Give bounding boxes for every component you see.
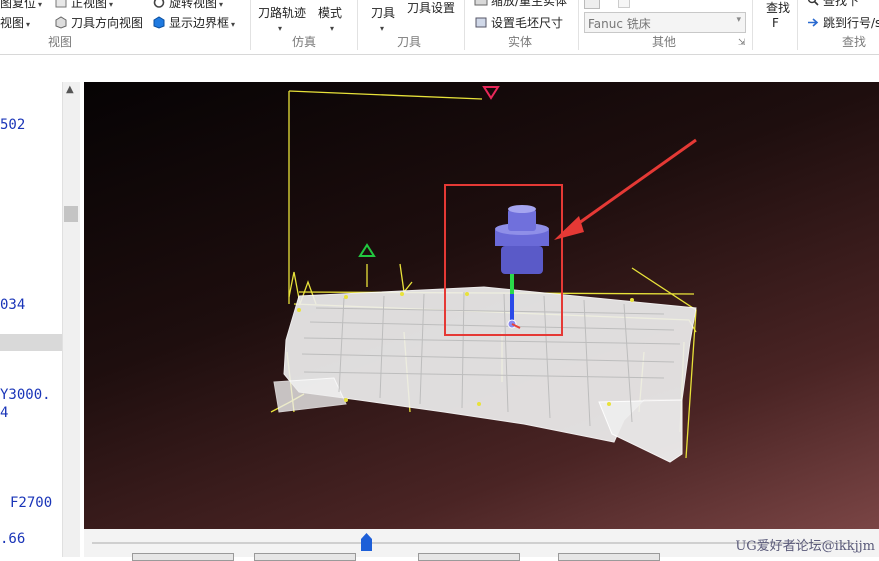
chevron-down-icon[interactable]: ▾ [276, 20, 282, 34]
view-dropdown[interactable]: 视图 ▾ [0, 14, 30, 31]
scrollbar-thumb[interactable] [64, 206, 78, 222]
goto-line-label: 跳到行号/s [823, 16, 879, 30]
rotate-icon [152, 0, 166, 9]
chevron-down-icon: ▾ [26, 20, 31, 29]
find-button[interactable]: 查找 [766, 0, 790, 16]
find-next-label: 查找下 [823, 0, 860, 8]
group-divider [797, 0, 798, 50]
search-icon [806, 0, 820, 7]
other-group-label: 其他 [652, 35, 677, 49]
group-divider [250, 0, 251, 50]
panel-header-strip [0, 55, 879, 81]
playback-button[interactable] [558, 553, 660, 561]
machine-select[interactable]: Fanuc 铣床 ▾ [584, 12, 746, 33]
toolpath-button[interactable]: 刀路轨迹 [258, 4, 306, 21]
reset-view-label: 图复位 [0, 0, 37, 10]
goto-line-icon [806, 16, 820, 29]
annotation-arrow-icon [554, 138, 697, 240]
show-bounding-box-button[interactable]: 显示边界框 ▾ [152, 14, 235, 31]
nc-code-panel[interactable]: 502 034 Y3000. 4 F2700 .66 [0, 82, 62, 557]
code-line: 034 [0, 297, 26, 313]
tool-home-marker-icon [482, 86, 500, 100]
simulation-viewport[interactable] [84, 82, 879, 529]
group-divider [578, 0, 579, 50]
tool-settings-button[interactable]: 刀具设置 [407, 0, 455, 16]
zoom-regenerate-solid-label: 缩放/重生实体 [491, 0, 568, 8]
code-line: .66 [0, 531, 26, 547]
chevron-down-icon: ▾ [219, 0, 224, 9]
code-line: 4 [0, 405, 9, 421]
front-view-button[interactable]: 正视图 ▾ [54, 0, 113, 11]
small-tool-icon[interactable] [584, 0, 600, 9]
code-line: F2700 [10, 495, 53, 511]
chevron-down-icon[interactable]: ▾ [328, 20, 334, 34]
machining-scene [270, 86, 697, 463]
playback-button[interactable] [418, 553, 520, 561]
chevron-down-icon: ▾ [38, 0, 43, 9]
forum-watermark: UG爱好者论坛@ikkjjm [735, 539, 875, 554]
code-line: 502 [0, 117, 26, 133]
solid-group-label: 实体 [508, 35, 533, 49]
zoom-regenerate-solid-button[interactable]: 缩放/重生实体 [474, 0, 567, 9]
front-view-label: 正视图 [71, 0, 108, 10]
reset-view-button[interactable]: 图复位 ▾ [0, 0, 42, 11]
small-doc-icon[interactable] [618, 0, 630, 8]
rotate-view-button[interactable]: 旋转视图 ▾ [152, 0, 223, 11]
tool-button[interactable]: 刀具 [371, 4, 395, 21]
find-next-button[interactable]: 查找下 [806, 0, 859, 9]
group-divider [357, 0, 358, 50]
show-bounding-box-label: 显示边界框 [169, 16, 230, 30]
tool-direction-view-label: 刀具方向视图 [71, 16, 144, 30]
cube-view-icon [54, 16, 68, 29]
machine-select-value: Fanuc 铣床 [588, 17, 651, 31]
chevron-down-icon: ▾ [231, 20, 236, 29]
tool-group-label: 刀具 [397, 35, 422, 49]
stock-size-icon [474, 16, 488, 29]
find-shortcut-key: F [772, 16, 779, 30]
code-panel-scrollbar[interactable]: ▲ [62, 82, 80, 557]
playback-button[interactable] [254, 553, 356, 561]
code-line: Y3000. [0, 387, 51, 403]
dialog-launcher-icon[interactable]: ⇲ [738, 38, 746, 48]
bounding-box-icon [152, 16, 166, 29]
front-view-icon [54, 0, 68, 9]
scroll-up-arrow-icon[interactable]: ▲ [66, 84, 74, 95]
selected-code-line[interactable] [0, 334, 62, 351]
find-group-label: 查找 [842, 35, 867, 49]
group-divider [464, 0, 465, 50]
view-dropdown-label: 视图 [0, 16, 25, 30]
sim-group-label: 仿真 [292, 35, 317, 49]
chevron-down-icon: ▾ [109, 0, 114, 9]
set-stock-size-label: 设置毛坯尺寸 [491, 16, 564, 30]
goto-line-button[interactable]: 跳到行号/s [806, 14, 879, 31]
set-stock-size-button[interactable]: 设置毛坯尺寸 [474, 14, 563, 31]
chevron-down-icon: ▾ [736, 15, 741, 25]
progress-slider-thumb[interactable] [361, 533, 372, 551]
chevron-down-icon[interactable]: ▾ [378, 20, 384, 34]
playback-button[interactable] [132, 553, 234, 561]
ribbon-toolbar: 图复位 ▾ 视图 ▾ 正视图 ▾ 刀具方向视图 旋转视图 ▾ 显示边界框 ▾ 视图 刀路轨… [0, 0, 879, 55]
view-group-label: 视图 [48, 35, 73, 49]
group-divider [752, 0, 753, 50]
mode-button[interactable]: 模式 [318, 4, 342, 21]
zoom-solid-icon [474, 0, 488, 7]
origin-marker-icon [358, 243, 376, 257]
rotate-view-label: 旋转视图 [169, 0, 218, 10]
tool-direction-view-button[interactable]: 刀具方向视图 [54, 14, 143, 31]
